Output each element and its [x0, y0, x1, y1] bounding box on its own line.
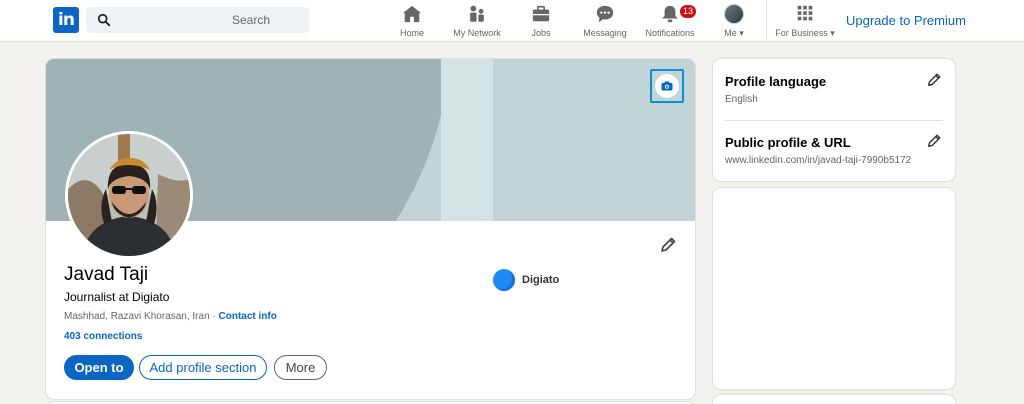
nav-messaging[interactable]: Messaging [583, 4, 627, 40]
me-label-text: Me [724, 28, 737, 38]
nav-for-business-label: For Business ▾ [775, 28, 835, 39]
nav-me-label: Me ▾ [720, 28, 748, 39]
add-profile-section-button[interactable]: Add profile section [139, 355, 267, 380]
network-icon [470, 5, 484, 22]
nav-divider [766, 0, 767, 42]
current-company[interactable]: Digiato [493, 268, 559, 292]
messaging-icon [596, 5, 614, 23]
nav-messaging-label: Messaging [583, 28, 627, 38]
nav-notifications-label: Notifications [645, 28, 695, 38]
nav-home-label: Home [399, 28, 424, 38]
upgrade-premium-link[interactable]: Upgrade to Premium [846, 13, 966, 28]
home-icon [402, 5, 422, 23]
public-profile-url[interactable]: www.linkedin.com/in/javad-taji-7990b5172 [725, 155, 911, 166]
edit-language-pencil-icon[interactable] [926, 72, 942, 88]
avatar [724, 4, 744, 24]
search-icon [97, 13, 111, 27]
top-nav: in Home My Network Jobs [0, 0, 1024, 42]
profile-language-title: Profile language [725, 74, 827, 89]
sidebar-divider [725, 120, 943, 121]
nav-me[interactable]: Me ▾ [720, 4, 748, 40]
profile-headline: Journalist at Digiato [64, 290, 170, 304]
contact-info-link[interactable]: Contact info [219, 311, 277, 322]
nav-home[interactable]: Home [397, 4, 427, 40]
briefcase-icon [532, 5, 550, 22]
company-logo-icon [493, 269, 515, 291]
ad-card [713, 188, 955, 389]
profile-location-line: Mashhad, Razavi Khorasan, Iran · Contact… [64, 311, 277, 322]
sidebar-next-card [713, 395, 955, 404]
bell-icon [662, 5, 678, 23]
profile-photo[interactable] [65, 131, 193, 259]
company-name: Digiato [522, 274, 560, 286]
linkedin-logo[interactable]: in [53, 7, 79, 33]
edit-url-pencil-icon[interactable] [926, 133, 942, 149]
profile-photo-image [68, 134, 190, 256]
profile-name: Javad Taji [64, 264, 149, 285]
banner-shape-stripe [441, 59, 493, 221]
more-button[interactable]: More [274, 355, 327, 380]
camera-icon-wrap [655, 74, 679, 98]
camera-icon [661, 81, 673, 91]
chevron-down-icon: ▾ [739, 28, 744, 38]
open-to-button[interactable]: Open to [64, 355, 134, 380]
public-profile-title: Public profile & URL [725, 135, 851, 150]
nav-my-network-label: My Network [453, 28, 501, 38]
nav-notifications[interactable]: 13 Notifications [644, 4, 698, 40]
edit-banner-button[interactable] [650, 69, 684, 103]
nav-jobs[interactable]: Jobs [529, 4, 553, 40]
profile-card: Javad Taji Journalist at Digiato Mashhad… [46, 59, 695, 399]
search-box[interactable] [86, 7, 309, 33]
nav-my-network[interactable]: My Network [451, 4, 503, 40]
for-business-text: For Business [775, 28, 828, 38]
profile-language-value: English [725, 94, 758, 105]
nav-for-business[interactable]: For Business ▾ [775, 4, 835, 40]
profile-settings-card: Profile language English Public profile … [713, 59, 955, 181]
notification-badge: 13 [679, 4, 698, 19]
search-input[interactable] [122, 7, 302, 33]
chevron-down-icon: ▾ [830, 28, 835, 38]
grid-icon [797, 5, 813, 21]
edit-intro-pencil-icon[interactable] [659, 236, 677, 254]
location-separator: · [209, 311, 219, 322]
profile-location: Mashhad, Razavi Khorasan, Iran [64, 311, 210, 322]
nav-jobs-label: Jobs [531, 28, 551, 38]
connections-link[interactable]: 403 connections [64, 331, 142, 342]
